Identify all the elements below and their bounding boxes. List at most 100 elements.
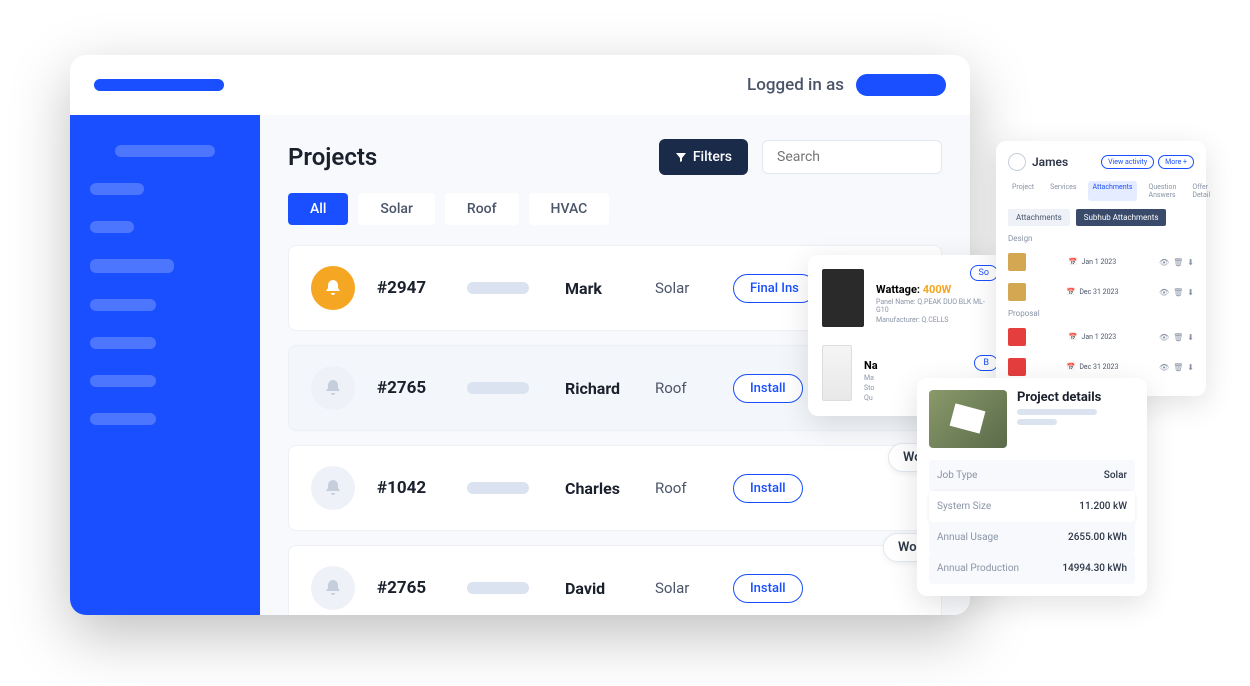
file-row[interactable]: 📅Jan 1 2023 👁 🗑 ⬇ <box>1008 249 1194 275</box>
tab-roof[interactable]: Roof <box>445 193 519 225</box>
search-box[interactable] <box>762 140 942 174</box>
sidebar-item[interactable] <box>90 413 156 425</box>
project-id: #1042 <box>377 478 467 498</box>
action-button[interactable]: Final Ins <box>733 274 816 303</box>
subtab-subhub[interactable]: Subhub Attachments <box>1076 209 1167 226</box>
details-card: Project details Job TypeSolar System Siz… <box>917 378 1147 596</box>
wattage-value: 400W <box>923 283 952 296</box>
eye-icon[interactable]: 👁 <box>1159 288 1169 297</box>
download-icon[interactable]: ⬇ <box>1187 288 1194 297</box>
eye-icon[interactable]: 👁 <box>1159 333 1169 342</box>
placeholder-bar <box>467 382 529 394</box>
action-button[interactable]: Install <box>733 574 803 603</box>
search-input[interactable] <box>777 149 955 165</box>
tab-hvac[interactable]: HVAC <box>529 193 610 225</box>
login-status: Logged in as <box>747 74 946 96</box>
file-date: 📅Dec 31 2023 <box>1067 288 1119 296</box>
detail-row: Job TypeSolar <box>929 460 1135 491</box>
trash-icon[interactable]: 🗑 <box>1173 333 1183 342</box>
sidebar-item[interactable] <box>90 337 156 349</box>
placeholder-bar <box>467 482 529 494</box>
project-row[interactable]: #2765 David Solar Install <box>288 545 942 615</box>
filters-label: Filters <box>693 149 732 165</box>
main-header: Projects Filters <box>288 139 942 175</box>
placeholder-bar <box>1017 409 1097 415</box>
logo <box>94 79 224 91</box>
attachments-card: James View activity More + Project Servi… <box>996 141 1206 396</box>
sidebar <box>70 115 260 615</box>
detail-row: Annual Production14994.30 kWh <box>929 553 1135 584</box>
filters-button[interactable]: Filters <box>659 139 748 175</box>
manufacturer-row: Manufacturer: Q.CELLS <box>876 316 994 324</box>
download-icon[interactable]: ⬇ <box>1187 333 1194 342</box>
filter-icon <box>675 151 687 163</box>
tab-qa[interactable]: Question Answers <box>1145 181 1181 201</box>
project-row[interactable]: #1042 Charles Roof Install <box>288 445 942 531</box>
avatar-icon <box>1008 153 1026 171</box>
tab-services[interactable]: Services <box>1046 181 1080 201</box>
trash-icon[interactable]: 🗑 <box>1173 288 1183 297</box>
project-type: Solar <box>655 579 733 597</box>
panel-badge: So <box>970 265 998 281</box>
calendar-icon: 📅 <box>1069 258 1078 266</box>
sidebar-item[interactable] <box>90 375 156 387</box>
tab-offer[interactable]: Offer Detail <box>1188 181 1214 201</box>
placeholder-bar <box>467 582 529 594</box>
view-activity-button[interactable]: View activity <box>1101 155 1154 169</box>
header-buttons: View activity More + <box>1101 155 1194 169</box>
tab-project[interactable]: Project <box>1008 181 1038 201</box>
sidebar-item[interactable] <box>90 183 144 195</box>
tabs: All Solar Roof HVAC <box>288 193 942 225</box>
subtab-attachments[interactable]: Attachments <box>1008 209 1070 226</box>
eye-icon[interactable]: 👁 <box>1159 363 1169 372</box>
tab-all[interactable]: All <box>288 193 348 225</box>
project-aerial-image <box>929 390 1007 448</box>
file-thumbnail <box>1008 283 1026 301</box>
sidebar-item[interactable] <box>90 259 174 273</box>
page-title: Projects <box>288 143 377 171</box>
topbar: Logged in as <box>70 55 970 115</box>
file-thumbnail <box>1008 253 1026 271</box>
user-pill[interactable] <box>856 74 946 96</box>
pdf-icon <box>1008 358 1026 376</box>
panel-badge: B <box>974 355 998 371</box>
file-row[interactable]: 📅Dec 31 2023 👁 🗑 ⬇ <box>1008 279 1194 305</box>
detail-row: System Size11.200 kW <box>929 491 1135 522</box>
project-owner: Richard <box>565 379 655 398</box>
sidebar-item[interactable] <box>115 145 215 157</box>
project-owner: Charles <box>565 479 655 498</box>
trash-icon[interactable]: 🗑 <box>1173 363 1183 372</box>
user-name: James <box>1032 155 1068 169</box>
download-icon[interactable]: ⬇ <box>1187 258 1194 267</box>
trash-icon[interactable]: 🗑 <box>1173 258 1183 267</box>
bell-icon <box>311 566 355 610</box>
project-type: Roof <box>655 479 733 497</box>
section-proposal: Proposal <box>1008 309 1194 318</box>
file-date: 📅Dec 31 2023 <box>1067 363 1119 371</box>
details-table: Job TypeSolar System Size11.200 kW Annua… <box>917 460 1147 596</box>
file-date: 📅Jan 1 2023 <box>1069 333 1116 341</box>
panel-name-row: Panel Name: Q.PEAK DUO BLK ML-G10 <box>876 298 994 314</box>
action-button[interactable]: Install <box>733 374 803 403</box>
download-icon[interactable]: ⬇ <box>1187 363 1194 372</box>
section-design: Design <box>1008 234 1194 243</box>
calendar-icon: 📅 <box>1067 363 1076 371</box>
sidebar-item[interactable] <box>90 299 156 311</box>
pdf-icon <box>1008 328 1026 346</box>
file-row[interactable]: 📅Dec 31 2023 👁 🗑 ⬇ <box>1008 354 1194 380</box>
panel-row: Wattage: 400W Panel Name: Q.PEAK DUO BLK… <box>822 269 994 327</box>
file-date: 📅Jan 1 2023 <box>1069 258 1116 266</box>
tab-solar[interactable]: Solar <box>358 193 434 225</box>
details-header: Project details <box>917 378 1147 460</box>
calendar-icon: 📅 <box>1069 333 1078 341</box>
file-actions: 👁 🗑 ⬇ <box>1159 333 1194 342</box>
eye-icon[interactable]: 👁 <box>1159 258 1169 267</box>
attachments-header: James View activity More + <box>1008 153 1194 171</box>
more-button[interactable]: More + <box>1158 155 1194 169</box>
tab-attachments[interactable]: Attachments <box>1088 181 1136 201</box>
login-label: Logged in as <box>747 75 844 95</box>
project-owner: Mark <box>565 279 655 298</box>
action-button[interactable]: Install <box>733 474 803 503</box>
file-row[interactable]: 📅Jan 1 2023 👁 🗑 ⬇ <box>1008 324 1194 350</box>
sidebar-item[interactable] <box>90 221 134 233</box>
